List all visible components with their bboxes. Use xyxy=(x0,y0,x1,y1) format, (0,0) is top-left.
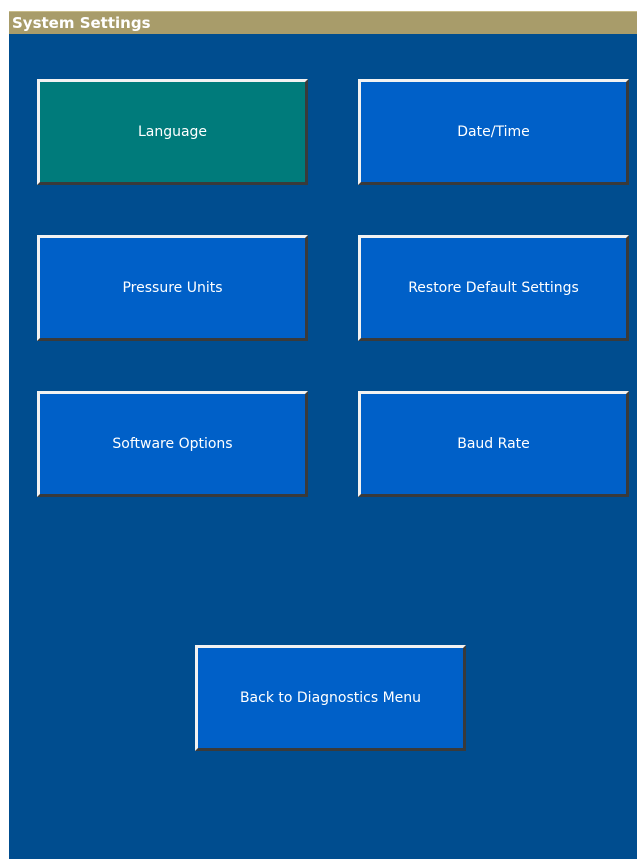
baud-rate-button-label: Baud Rate xyxy=(457,436,530,452)
page-title: System Settings xyxy=(12,14,151,32)
language-button[interactable]: Language xyxy=(37,79,308,185)
back-to-diagnostics-menu-button[interactable]: Back to Diagnostics Menu xyxy=(195,645,466,751)
baud-rate-button[interactable]: Baud Rate xyxy=(358,391,629,497)
language-button-label: Language xyxy=(137,124,208,140)
restore-default-settings-button-label: Restore Default Settings xyxy=(408,280,579,296)
title-bar: System Settings xyxy=(9,11,637,34)
software-options-button-label: Software Options xyxy=(112,436,233,452)
pressure-units-button[interactable]: Pressure Units xyxy=(37,235,308,341)
system-settings-screen: System Settings Language Date/Time Press… xyxy=(9,11,637,859)
restore-default-settings-button[interactable]: Restore Default Settings xyxy=(358,235,629,341)
back-to-diagnostics-menu-button-label: Back to Diagnostics Menu xyxy=(239,690,422,706)
pressure-units-button-label: Pressure Units xyxy=(122,280,223,296)
date-time-button-label: Date/Time xyxy=(457,124,530,140)
date-time-button[interactable]: Date/Time xyxy=(358,79,629,185)
software-options-button[interactable]: Software Options xyxy=(37,391,308,497)
